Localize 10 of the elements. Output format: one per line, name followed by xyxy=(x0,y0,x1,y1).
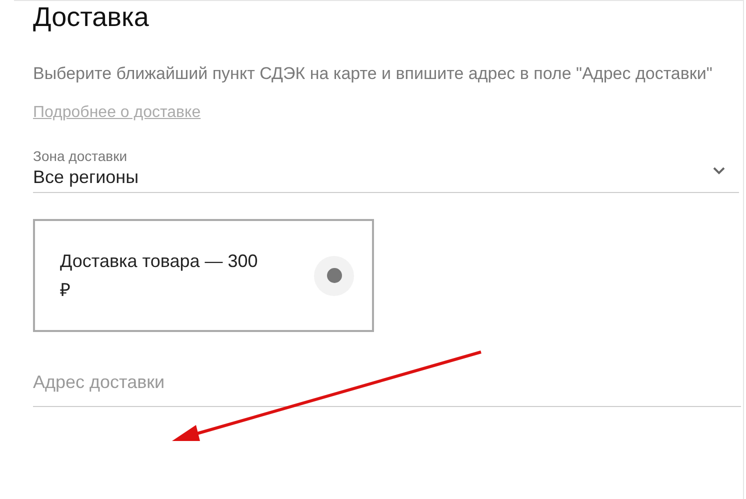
chevron-down-icon xyxy=(713,167,725,175)
select-value: Все регионы xyxy=(33,166,139,189)
option-label: Доставка товара — 300 ₽ xyxy=(60,250,259,302)
delivery-option-card[interactable]: Доставка товара — 300 ₽ xyxy=(33,219,374,332)
section-title: Доставка xyxy=(33,1,149,33)
address-field[interactable]: Адрес доставки xyxy=(33,370,741,407)
radio-button[interactable] xyxy=(314,256,354,296)
select-label: Зона доставки xyxy=(33,147,128,165)
description-text: Выберите ближайший пункт СДЭК на карте и впишите адрес в поле "Адрес доставки" xyxy=(33,63,714,85)
zone-select[interactable]: Зона доставки Все регионы xyxy=(33,147,739,193)
